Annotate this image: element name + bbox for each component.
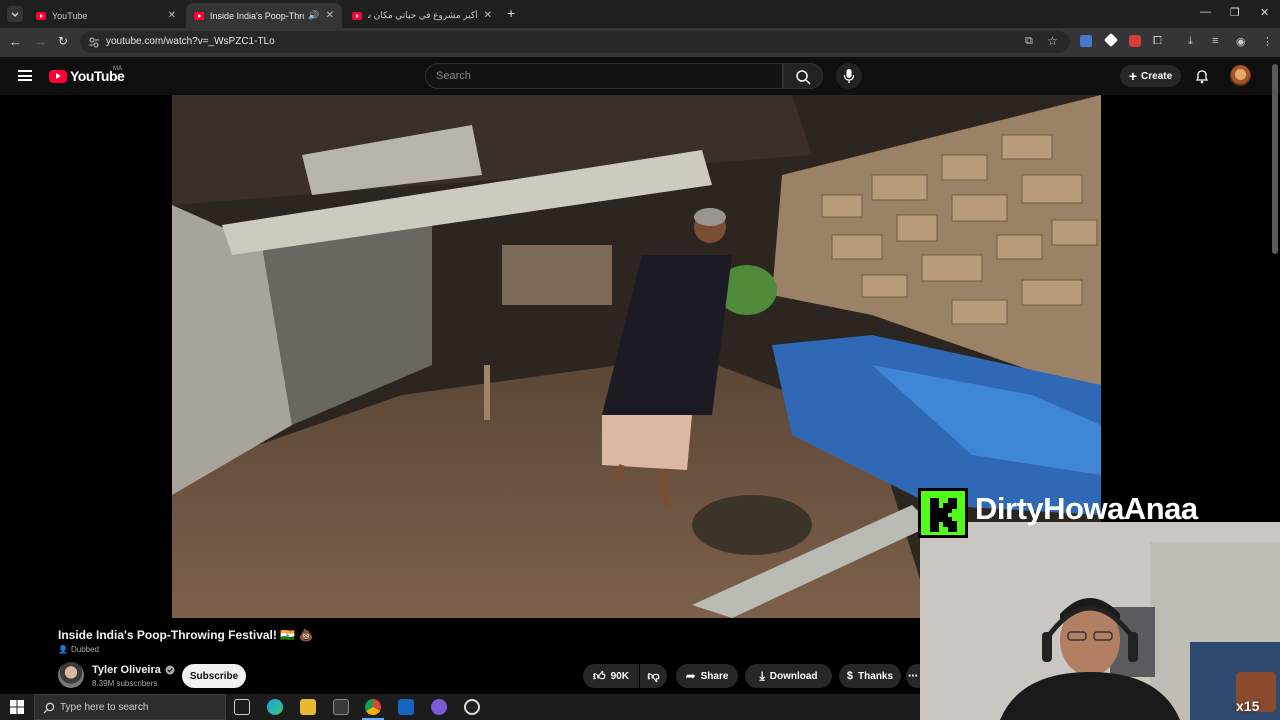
webcam-overlay	[920, 522, 1280, 720]
reading-list-icon[interactable]: ≡	[1212, 35, 1218, 47]
browser-tab-arabic-video[interactable]: أكبر مشروع في حياتي مكان ساو ✕	[344, 3, 500, 28]
taskbar-search-placeholder: Type here to search	[60, 702, 149, 713]
tab-title: Inside India's Poop-Throwin	[210, 10, 304, 21]
verified-badge-icon	[165, 665, 175, 675]
obs-studio-icon[interactable]	[464, 699, 480, 715]
create-label: Create	[1141, 70, 1173, 82]
browser-toolbar: ← → ↻ youtube.com/watch?v=_WsPZC1-TLo ⧉ …	[0, 28, 1280, 57]
close-tab-icon[interactable]: ✕	[484, 10, 492, 21]
more-horizontal-icon: ⋯	[908, 670, 918, 682]
youtube-masthead: YouTube MA Search + Create	[0, 57, 1280, 95]
thanks-button[interactable]: $ Thanks	[839, 664, 901, 688]
notifications-bell-icon[interactable]	[1194, 68, 1210, 84]
download-button[interactable]: ⤓ Download	[745, 664, 832, 688]
back-arrow-icon[interactable]: ←	[9, 34, 22, 49]
download-label: Download	[769, 670, 818, 682]
more-menu-icon[interactable]: ⋮	[1262, 35, 1273, 48]
minimize-window-button[interactable]: —	[1200, 6, 1211, 18]
hamburger-menu-icon[interactable]	[18, 70, 32, 81]
account-avatar[interactable]	[1230, 65, 1251, 86]
share-arrow-icon: ➦	[685, 669, 696, 683]
webcam-feed	[920, 522, 1280, 720]
site-info-icon[interactable]	[88, 36, 100, 48]
search-input[interactable]: Search	[425, 63, 783, 89]
chevron-down-icon	[11, 12, 19, 17]
dubbed-label: Dubbed	[70, 645, 99, 654]
extension-red-icon[interactable]	[1129, 35, 1141, 47]
channel-name-link[interactable]: Tyler Oliveira	[92, 664, 175, 676]
microsoft-store-icon[interactable]	[333, 699, 349, 715]
file-explorer-icon[interactable]	[300, 699, 316, 715]
downloads-icon[interactable]: ⤓	[1188, 35, 1193, 48]
browser-tab-current-video[interactable]: Inside India's Poop-Throwin 🔊 ✕	[186, 3, 342, 28]
extension-diamond-icon[interactable]	[1103, 32, 1119, 48]
thanks-label: Thanks	[858, 670, 894, 682]
subscriber-count: 8.39M subscribers	[92, 679, 158, 688]
chrome-browser-icon[interactable]	[365, 699, 381, 715]
page-scrollbar[interactable]	[1272, 64, 1278, 254]
dislike-button[interactable]: 👎︎	[640, 664, 667, 688]
tab-search-button[interactable]	[7, 6, 23, 22]
edge-browser-icon[interactable]	[267, 699, 283, 715]
share-label: Share	[700, 670, 729, 682]
windows-taskbar: Type here to search	[0, 694, 920, 720]
download-icon: ⤓	[759, 668, 765, 683]
task-view-icon[interactable]	[234, 699, 250, 715]
dubbed-badge: 👤 Dubbed	[58, 645, 99, 654]
taskbar-search-input[interactable]: Type here to search	[34, 694, 226, 720]
search-button[interactable]	[783, 63, 823, 89]
like-count: 90K	[610, 670, 629, 682]
kick-logo-icon	[918, 488, 968, 538]
chat-app-icon[interactable]	[431, 699, 447, 715]
subscribe-button[interactable]: Subscribe	[182, 664, 246, 688]
address-bar[interactable]: youtube.com/watch?v=_WsPZC1-TLo ⧉ ☆	[80, 31, 1070, 53]
reload-icon[interactable]: ↻	[58, 34, 68, 48]
browser-tab-youtube[interactable]: YouTube ✕	[28, 3, 184, 28]
more-actions-button[interactable]: ⋯	[906, 664, 920, 688]
youtube-favicon-icon	[36, 11, 46, 20]
install-app-icon[interactable]: ⧉	[1025, 35, 1033, 48]
gift-count: x15	[1236, 698, 1260, 714]
plus-icon: +	[1128, 68, 1138, 84]
super-thanks-icon: $	[846, 670, 854, 682]
tab-title: أكبر مشروع في حياتي مكان ساو	[368, 10, 478, 20]
close-window-button[interactable]: ✕	[1260, 6, 1269, 19]
windows-start-icon[interactable]	[10, 700, 24, 714]
restore-window-button[interactable]: ❐	[1230, 6, 1240, 19]
close-tab-icon[interactable]: ✕	[326, 10, 334, 21]
voice-search-button[interactable]	[836, 63, 862, 89]
streamer-name: DirtyHowaAnaa	[975, 491, 1198, 526]
thumbs-up-icon: 👍︎	[593, 668, 606, 683]
forward-arrow-icon[interactable]: →	[34, 34, 47, 49]
bookmark-star-icon[interactable]: ☆	[1047, 34, 1058, 48]
speaker-icon[interactable]: 🔊	[308, 10, 319, 21]
profile-icon[interactable]: ◉	[1236, 35, 1246, 48]
youtube-favicon-icon	[194, 11, 204, 20]
search-icon	[796, 70, 811, 85]
url-text: youtube.com/watch?v=_WsPZC1-TLo	[106, 36, 275, 47]
tab-title: YouTube	[52, 10, 88, 21]
thumbs-down-icon: 👎︎	[647, 668, 660, 683]
video-title: Inside India's Poop-Throwing Festival! 🇮…	[58, 628, 314, 642]
close-tab-icon[interactable]: ✕	[168, 10, 176, 21]
share-button[interactable]: ➦ Share	[676, 664, 738, 688]
create-button[interactable]: + Create	[1120, 65, 1181, 87]
channel-name: Tyler Oliveira	[92, 664, 161, 676]
youtube-play-icon	[49, 69, 67, 83]
search-placeholder: Search	[436, 70, 471, 82]
new-tab-button[interactable]: +	[507, 5, 515, 21]
search-icon	[43, 702, 55, 714]
channel-avatar[interactable]	[58, 662, 84, 688]
extensions-puzzle-icon[interactable]: ⧠	[1153, 35, 1162, 48]
kick-k-icon	[921, 491, 965, 535]
country-code: MA	[113, 66, 122, 72]
outlook-icon[interactable]	[398, 699, 414, 715]
like-button[interactable]: 👍︎ 90K	[583, 664, 639, 688]
person-voice-icon: 👤	[58, 645, 68, 654]
browser-tab-strip: YouTube ✕ Inside India's Poop-Throwin 🔊 …	[0, 0, 1280, 28]
microphone-icon	[843, 69, 855, 83]
youtube-favicon-icon	[352, 11, 362, 20]
translate-extension-icon[interactable]	[1080, 35, 1092, 47]
